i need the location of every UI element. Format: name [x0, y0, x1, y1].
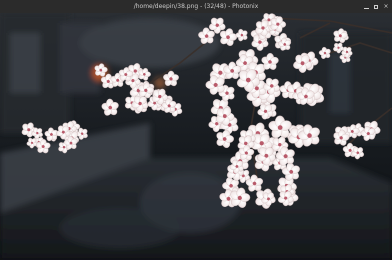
title-bar[interactable]: /home/deepin/38.png - (32/48) - Photonix…: [0, 0, 392, 13]
window-controls: ×: [363, 0, 389, 13]
maximize-icon[interactable]: [373, 4, 379, 10]
image-canvas[interactable]: [0, 13, 392, 260]
window-title: /home/deepin/38.png - (32/48) - Photonix: [133, 3, 259, 10]
close-icon[interactable]: ×: [383, 3, 389, 10]
image-viewer-window: /home/deepin/38.png - (32/48) - Photonix…: [0, 0, 392, 260]
minimize-icon[interactable]: [363, 4, 369, 10]
cherry-blossom-photo: [0, 13, 392, 260]
